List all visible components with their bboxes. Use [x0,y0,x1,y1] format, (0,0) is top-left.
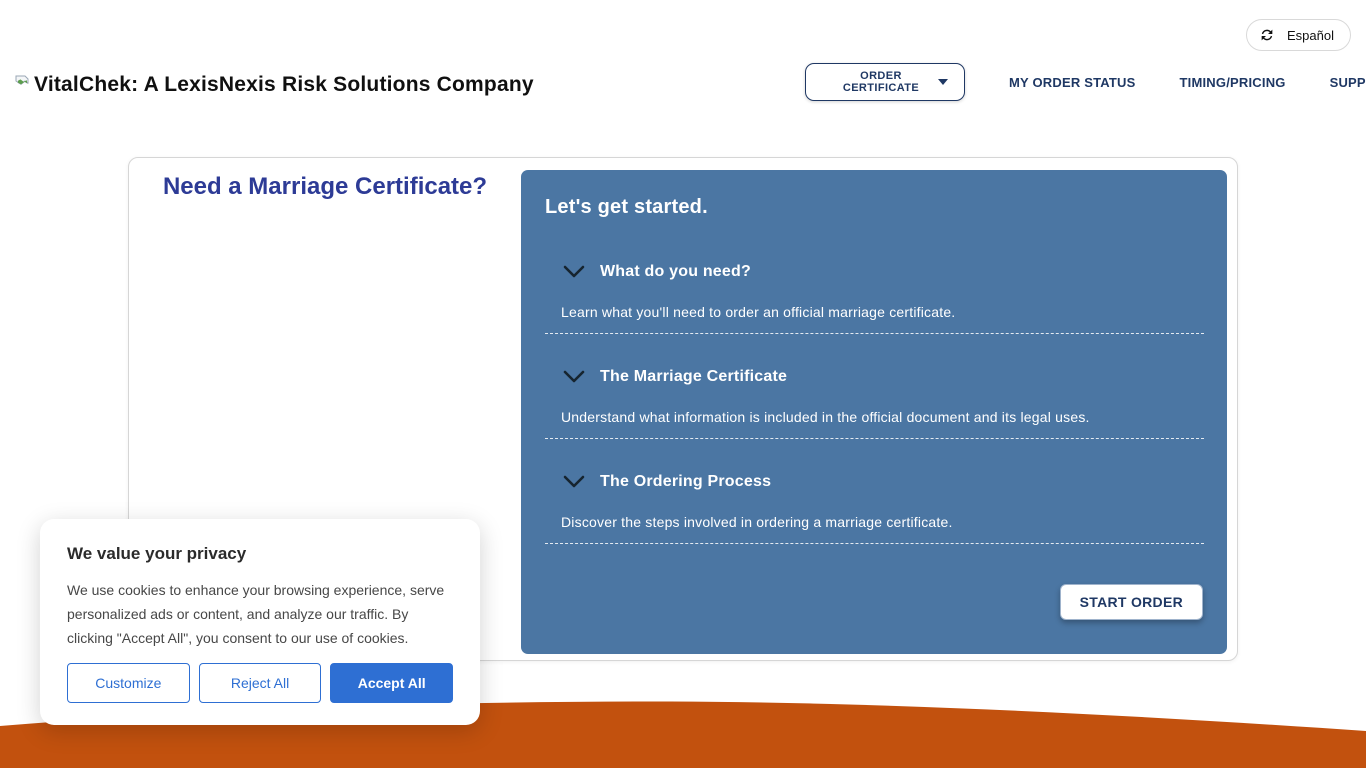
accordion-section: What do you need? Learn what you'll need… [545,229,1204,334]
language-toggle-button[interactable]: Español [1246,19,1351,51]
accordion-header-marriage-certificate[interactable]: The Marriage Certificate [545,367,1204,387]
accordion-description: Understand what information is included … [561,409,1204,425]
customize-button[interactable]: Customize [67,663,190,703]
accordion-header-what-do-you-need[interactable]: What do you need? [545,262,1204,282]
accordion-title: The Marriage Certificate [600,368,787,386]
logo[interactable]: VitalChek: A LexisNexis Risk Solutions C… [14,73,534,97]
nav-my-order-status[interactable]: MY ORDER STATUS [1009,75,1136,90]
accordion-title: What do you need? [600,263,751,281]
accordion-description: Learn what you'll need to order an offic… [561,304,1204,320]
broken-image-icon [14,73,32,92]
order-certificate-label: ORDER CERTIFICATE [824,70,938,94]
reject-all-button[interactable]: Reject All [199,663,322,703]
language-label: Español [1287,28,1334,43]
logo-alt-text: VitalChek: A LexisNexis Risk Solutions C… [34,73,534,97]
accordion-section: The Marriage Certificate Understand what… [545,334,1204,439]
caret-down-icon [938,79,948,85]
sync-icon [1259,27,1275,43]
chevron-down-icon [562,367,586,387]
cookie-message: We use cookies to enhance your browsing … [67,578,449,650]
page-title: Need a Marriage Certificate? [129,173,521,201]
accordion-description: Discover the steps involved in ordering … [561,514,1204,530]
cookie-consent-dialog: We value your privacy We use cookies to … [40,519,480,725]
cookie-button-row: Customize Reject All Accept All [67,663,453,703]
main-nav: ORDER CERTIFICATE MY ORDER STATUS TIMING… [805,63,1366,101]
accept-all-button[interactable]: Accept All [330,663,453,703]
start-order-button[interactable]: START ORDER [1060,584,1203,620]
nav-support[interactable]: SUPPORT [1330,75,1366,90]
accordion-title: The Ordering Process [600,473,771,491]
chevron-down-icon [562,472,586,492]
accordion-header-ordering-process[interactable]: The Ordering Process [545,472,1204,492]
chevron-down-icon [562,262,586,282]
cookie-title: We value your privacy [67,544,453,564]
accordion-list: What do you need? Learn what you'll need… [545,229,1204,544]
get-started-panel: Let's get started. What do you need? Lea… [521,170,1227,654]
panel-heading: Let's get started. [545,196,1204,219]
nav-timing-pricing[interactable]: TIMING/PRICING [1180,75,1286,90]
order-certificate-dropdown[interactable]: ORDER CERTIFICATE [805,63,965,101]
accordion-section: The Ordering Process Discover the steps … [545,439,1204,544]
